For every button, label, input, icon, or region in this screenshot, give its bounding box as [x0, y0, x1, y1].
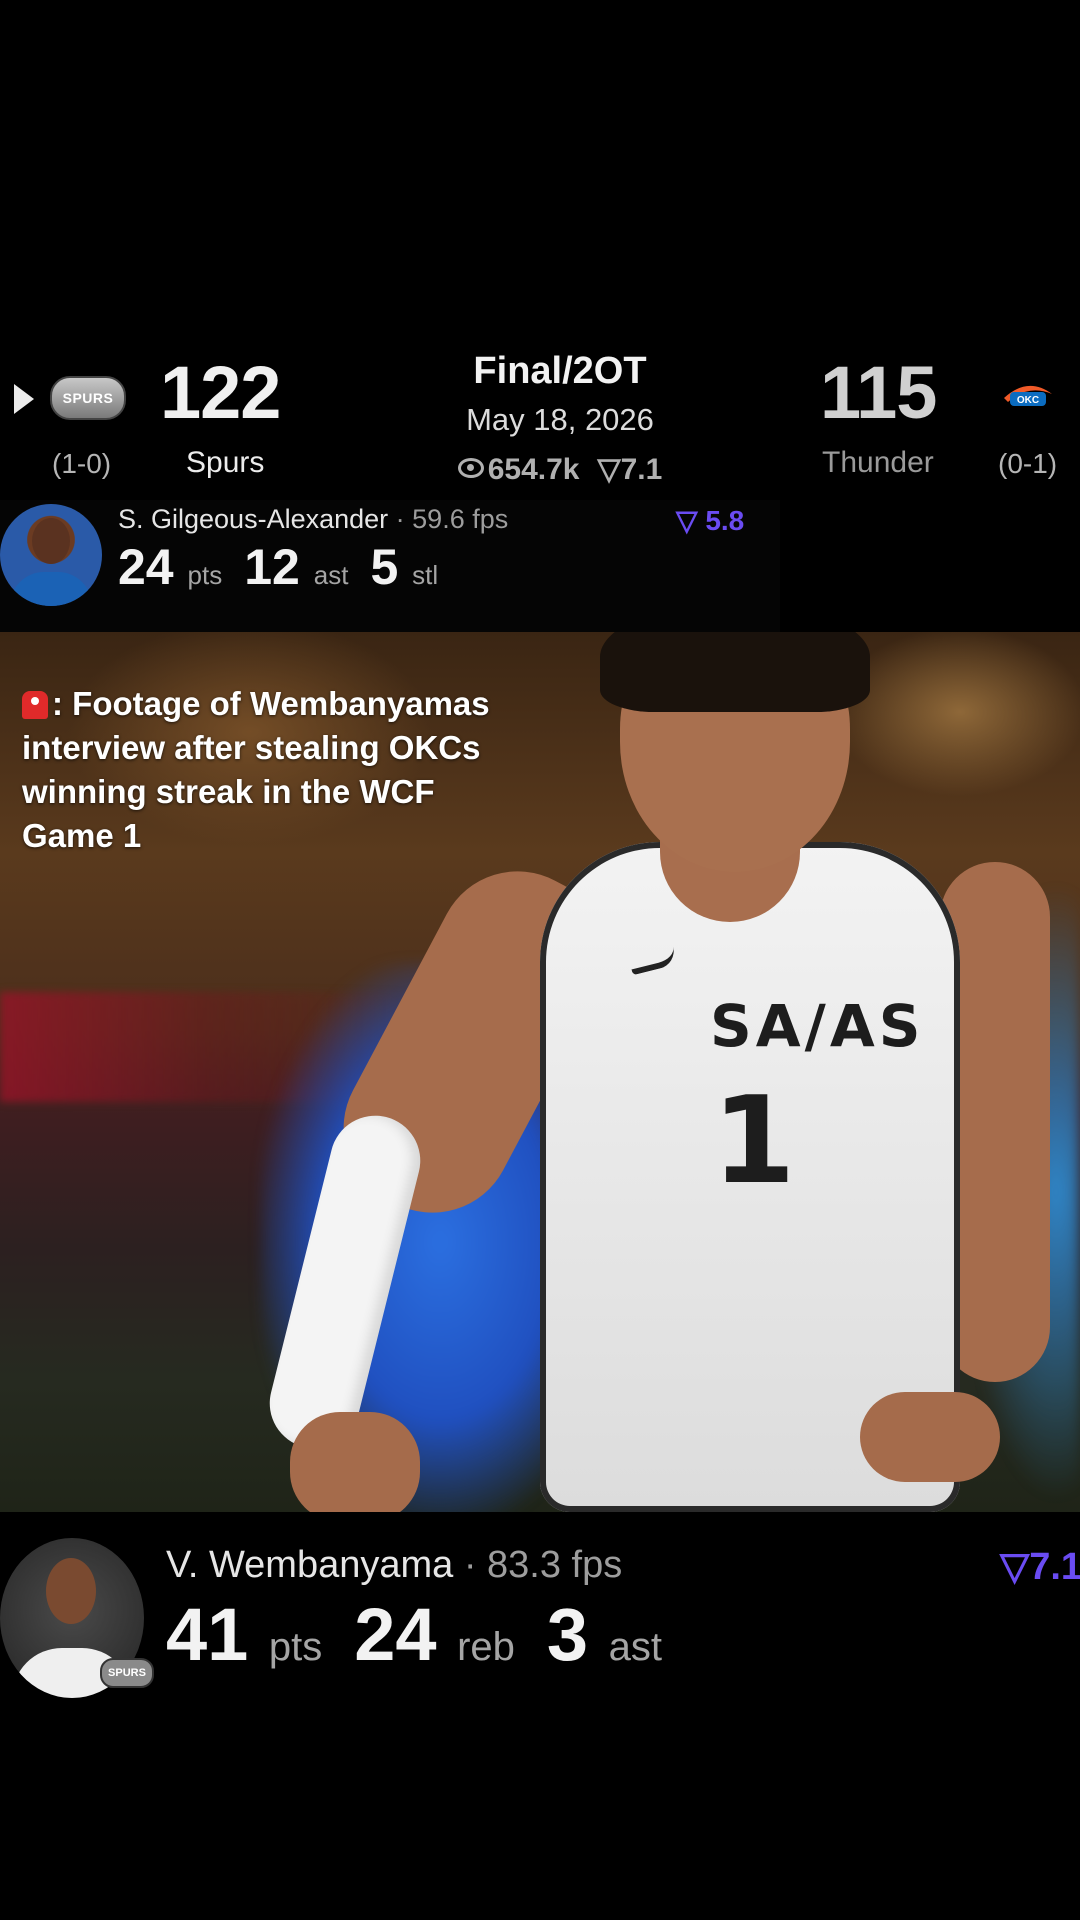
rating-icon: ▽: [1000, 1546, 1030, 1588]
game-metrics: 654.7k ▽7.1: [400, 452, 720, 487]
top-player-name: S. Gilgeous-Alexander: [118, 504, 389, 534]
stat-unit: ast: [313, 560, 349, 590]
stat-unit: reb: [457, 1625, 515, 1669]
bottom-player-fps: · 83.3 fps: [463, 1544, 623, 1586]
top-player-rating-value: 5.8: [705, 505, 745, 536]
away-record: (0-1): [998, 448, 1058, 479]
player-hand: [860, 1392, 1000, 1482]
stat-value: 24: [354, 1593, 437, 1676]
top-player-stats: 24 pts 12 ast 5 stl: [118, 538, 460, 596]
bottom-player-name: V. Wembanyama: [166, 1544, 454, 1586]
views-count: 654.7k: [487, 453, 580, 486]
home-score: 122: [160, 351, 281, 434]
caption-text: : Footage of Wembanyamas interview after…: [22, 685, 490, 854]
away-score: 115: [820, 351, 937, 434]
spurs-badge: SPURS: [100, 1658, 154, 1688]
stat-unit: stl: [412, 560, 439, 590]
rating-icon: ▽: [676, 505, 698, 536]
home-team-name: Spurs: [186, 446, 265, 479]
bottom-player-rating-value: 7.1: [1029, 1546, 1080, 1588]
stat-value: 12: [244, 539, 300, 595]
stat-unit: ast: [608, 1625, 662, 1669]
spurs-badge-text: SPURS: [108, 1667, 146, 1679]
video-caption: : Footage of Wembanyamas interview after…: [22, 682, 502, 858]
stat-value: 41: [166, 1593, 249, 1676]
spurs-logo: SPURS: [50, 376, 126, 420]
game-status: Final/2OT: [473, 350, 647, 392]
play-icon[interactable]: [14, 384, 34, 414]
sga-avatar: [0, 504, 102, 606]
away-team-name: Thunder: [822, 446, 934, 479]
stat-unit: pts: [187, 560, 223, 590]
jersey-lettering: SA/AS: [710, 992, 925, 1060]
okc-logo-text: OKC: [1017, 395, 1039, 406]
stat-value: 5: [370, 539, 399, 595]
home-record: (1-0): [52, 448, 112, 479]
bottom-player-stats: 41 pts 24 reb 3 ast: [166, 1592, 694, 1677]
stat-unit: pts: [268, 1625, 323, 1669]
siren-icon: [22, 691, 48, 719]
game-rating: 7.1: [620, 453, 663, 486]
spurs-logo-text: SPURS: [62, 390, 114, 406]
bottom-player-name-line: V. Wembanyama · 83.3 fps: [166, 1544, 622, 1587]
jersey-number: 1: [712, 1072, 796, 1211]
player-hair: [600, 632, 870, 712]
stat-value: 3: [546, 1593, 589, 1676]
thunder-logo: OKC: [1000, 376, 1056, 416]
eye-icon: [457, 458, 484, 479]
rating-icon: ▽: [597, 453, 621, 486]
player-hand: [290, 1412, 420, 1512]
stat-value: 24: [118, 539, 174, 595]
top-player-fps: · 59.6 fps: [395, 504, 509, 534]
top-player-rating: ▽ 5.8: [676, 504, 744, 537]
game-date: May 18, 2026: [466, 402, 654, 437]
bottom-player-rating: ▽7.1: [1000, 1544, 1080, 1589]
top-player-name-line: S. Gilgeous-Alexander · 59.6 fps: [118, 504, 508, 535]
